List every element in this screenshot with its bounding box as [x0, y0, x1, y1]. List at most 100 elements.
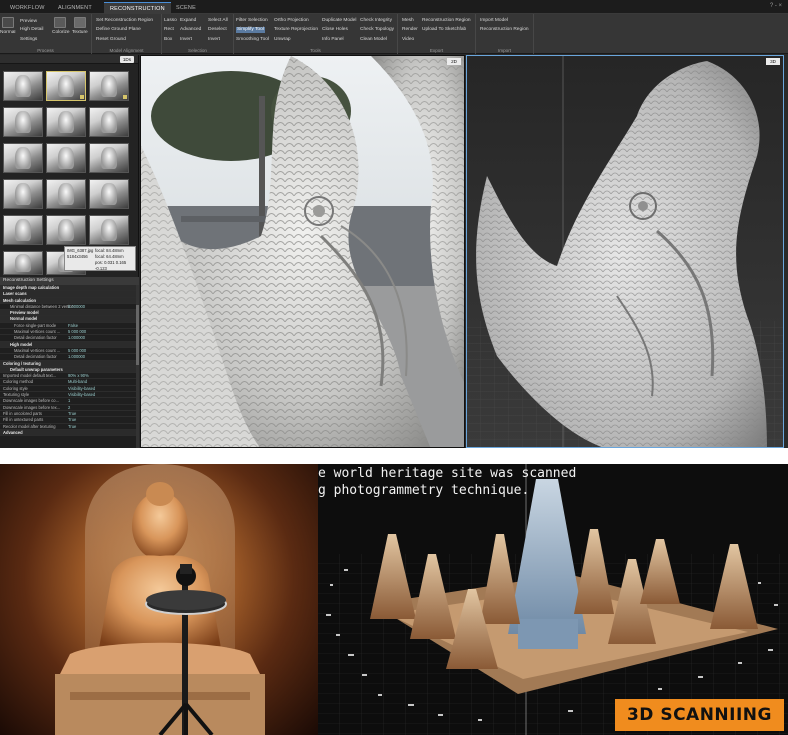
image-thumbnail[interactable]	[46, 107, 86, 137]
settings-row-value[interactable]: False	[68, 323, 78, 329]
image-thumbnail[interactable]	[3, 179, 43, 209]
image-thumbnail[interactable]	[46, 71, 86, 101]
tab-alignment[interactable]: ALIGNMENT	[52, 2, 98, 14]
reset-ground-button[interactable]: Reset Ground	[96, 37, 126, 43]
settings-row-value[interactable]: 1.000000	[68, 354, 85, 360]
clean-model-button[interactable]: Clean Model	[360, 37, 387, 43]
naga-photo-image	[141, 56, 464, 447]
texture-button[interactable]: Texture	[72, 30, 88, 36]
image-thumbnail[interactable]	[3, 215, 43, 245]
settings-row-value[interactable]: 5 000 000	[68, 329, 86, 335]
image-thumbnail[interactable]	[89, 143, 129, 173]
image-thumbnail[interactable]	[89, 179, 129, 209]
viewport-3d-badge[interactable]: 3D	[766, 58, 780, 65]
shrink-button[interactable]: Invert	[180, 37, 192, 43]
import-model-button[interactable]: Import Model	[480, 18, 508, 24]
check-topology-button[interactable]: Check Topology	[360, 27, 394, 33]
image-thumbnail[interactable]	[89, 107, 129, 137]
group-label-tools: Tools	[310, 48, 321, 53]
image-thumbnail[interactable]	[3, 251, 43, 275]
colorize-button[interactable]: Colorize	[52, 30, 70, 36]
image-thumbnail[interactable]	[89, 71, 129, 101]
window-controls[interactable]: ? - ×	[770, 3, 782, 9]
rect-button[interactable]: Rect	[164, 27, 174, 33]
advanced-button[interactable]: Advanced	[180, 27, 201, 33]
image-thumbnail[interactable]	[3, 107, 43, 137]
tooltip-line: pos: 0.031 0.165 -0.123	[95, 260, 127, 271]
naga-mesh-model	[467, 56, 783, 447]
image-thumbnail[interactable]	[89, 215, 129, 245]
normal-detail-button[interactable]: Normal Detail	[0, 30, 16, 36]
lasso-button[interactable]: Lasso	[164, 18, 177, 24]
tab-reconstruction[interactable]: RECONSTRUCTION	[104, 2, 171, 14]
settings-row-value[interactable]: 1.000000	[68, 335, 85, 341]
group-label-process: Process	[37, 48, 54, 53]
tab-scene[interactable]: SCENE	[170, 2, 202, 14]
image-thumbnail[interactable]	[3, 143, 43, 173]
settings-row-value[interactable]: Visibility-based	[68, 392, 95, 398]
image-thumbnail[interactable]	[46, 215, 86, 245]
normal-detail-icon	[2, 17, 14, 28]
settings-row-value[interactable]: 0.000000	[68, 304, 85, 310]
settings-row-value[interactable]: 1	[68, 398, 70, 404]
select-all-button[interactable]: Select All	[208, 18, 228, 24]
simplify-tool-button[interactable]: Simplify Tool	[236, 27, 265, 33]
settings-row-key: Normal model	[10, 316, 38, 322]
export-render-button[interactable]: Render	[402, 27, 418, 33]
duplicate-model-button[interactable]: Duplicate Model	[322, 18, 356, 24]
settings-row-value[interactable]: True	[68, 424, 76, 430]
settings-row-value[interactable]: True	[68, 411, 76, 417]
settings-row-value[interactable]: Visibility-based	[68, 386, 95, 392]
viewport-3d[interactable]: 3D	[466, 55, 784, 448]
ribbon-group-export: Mesh Render Video Reconstruction Region …	[398, 14, 476, 54]
group-label-model-alignment: Model Alignment	[109, 48, 144, 53]
filter-selection-button[interactable]: Filter Selection	[236, 18, 268, 24]
viewport-2d-badge[interactable]: 2D	[447, 58, 461, 65]
export-video-button[interactable]: Video	[402, 37, 414, 43]
invert-button[interactable]: Invert	[208, 37, 220, 43]
expand-button[interactable]: Expand	[180, 18, 196, 24]
deselect-button[interactable]: Deselect	[208, 27, 227, 33]
set-reconstruction-region-button[interactable]: Set Reconstruction Region	[96, 18, 153, 24]
settings-row-key: Imported model default text...	[3, 373, 57, 379]
define-ground-plane-button[interactable]: Define Ground Plane	[96, 27, 141, 33]
group-label-import: Import	[497, 48, 512, 53]
info-panel-button[interactable]: Info Panel	[322, 37, 344, 43]
settings-row-key: Laser scans	[3, 291, 27, 297]
upload-to-sketchfab-button[interactable]: Upload To Sketchfab	[422, 27, 466, 33]
render-caption-line-1: e world heritage site was scanned	[318, 466, 577, 481]
box-button[interactable]: Box	[164, 37, 172, 43]
smoothing-tool-button[interactable]: Smoothing Tool	[236, 37, 269, 43]
texture-reprojection-button[interactable]: Texture Reprojection	[274, 27, 318, 33]
import-reconstruction-region-button[interactable]: Reconstruction Region	[480, 27, 529, 33]
settings-row-value[interactable]: 5 000 000	[68, 348, 86, 354]
ribbon-toolbar: Normal Detail Preview High Detail Settin…	[0, 14, 788, 54]
unwrap-button[interactable]: Unwrap	[274, 37, 291, 43]
ortho-projection-button[interactable]: Ortho Projection	[274, 18, 309, 24]
texture-icon	[74, 17, 86, 28]
settings-row-value[interactable]: True	[68, 417, 76, 423]
image-thumbnail[interactable]	[46, 143, 86, 173]
settings-row-key: Fill in untextured parts	[3, 417, 44, 423]
settings-button[interactable]: Settings	[20, 37, 37, 43]
settings-row[interactable]: Advanced	[0, 429, 139, 437]
settings-row-key: Preview model	[10, 310, 39, 316]
settings-scrollbar[interactable]	[136, 285, 139, 448]
settings-row-value[interactable]: Multi-band	[68, 379, 87, 385]
tab-workflow[interactable]: WORKFLOW	[4, 2, 51, 14]
image-thumbnail[interactable]	[46, 179, 86, 209]
ribbon-group-model-alignment: Set Reconstruction Region Define Ground …	[92, 14, 162, 54]
high-detail-button[interactable]: High Detail	[20, 27, 43, 33]
image-thumbnail[interactable]	[3, 71, 43, 101]
settings-row-value[interactable]: 90% x 90%	[68, 373, 89, 379]
settings-row-key: Advanced	[3, 429, 23, 435]
export-reconstruction-region-button[interactable]: Reconstruction Region	[422, 18, 471, 24]
buddha-scanning-photo	[0, 464, 318, 735]
preview-button[interactable]: Preview	[20, 19, 37, 25]
viewport-2d[interactable]: 2D	[140, 55, 465, 448]
check-integrity-button[interactable]: Check Integrity	[360, 18, 392, 24]
settings-row-value[interactable]: 2	[68, 405, 70, 411]
export-mesh-button[interactable]: Mesh	[402, 18, 414, 24]
close-holes-button[interactable]: Close Holes	[322, 27, 348, 33]
images-panel-badge[interactable]: 1Ds	[119, 56, 134, 63]
